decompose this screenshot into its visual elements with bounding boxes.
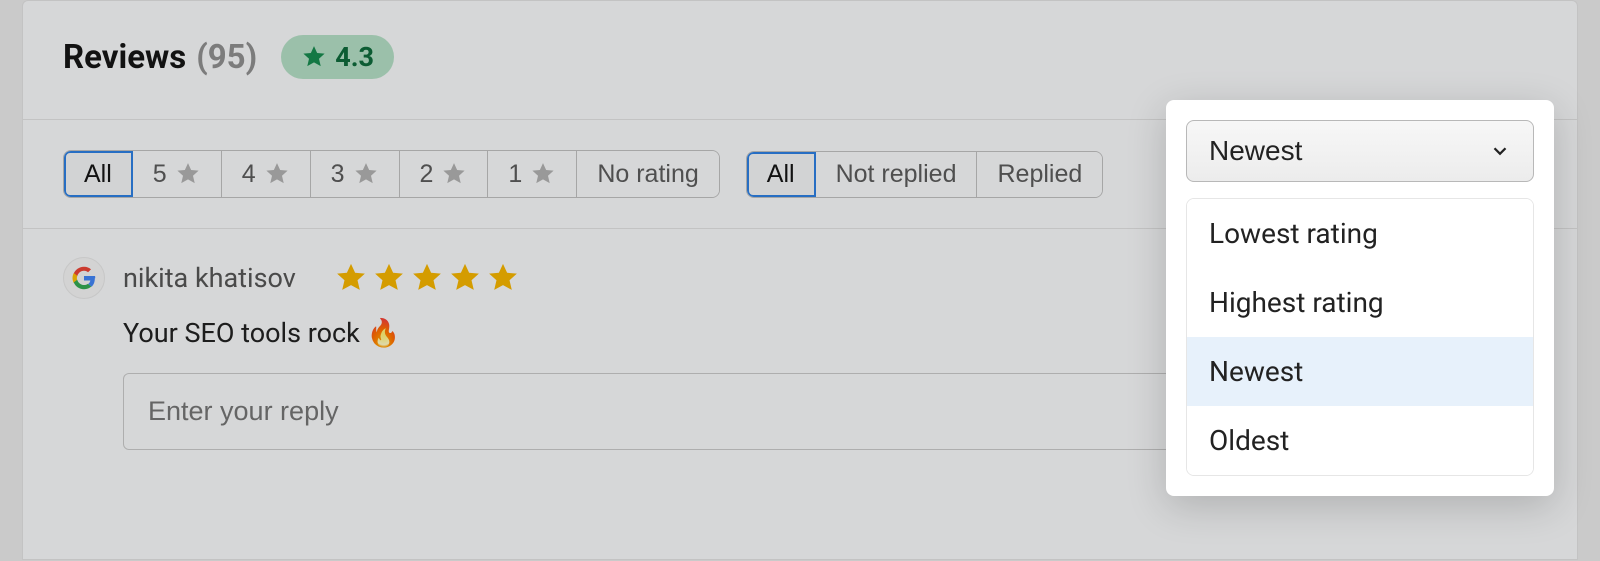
sort-option-lowest[interactable]: Lowest rating bbox=[1187, 199, 1533, 268]
sort-dropdown: Newest Lowest rating Highest rating Newe… bbox=[1166, 100, 1554, 496]
sort-option-highest[interactable]: Highest rating bbox=[1187, 268, 1533, 337]
sort-option-oldest[interactable]: Oldest bbox=[1187, 406, 1533, 475]
sort-option-newest[interactable]: Newest bbox=[1187, 337, 1533, 406]
sort-trigger-label: Newest bbox=[1209, 135, 1302, 167]
chevron-down-icon bbox=[1489, 140, 1511, 162]
sort-trigger[interactable]: Newest bbox=[1186, 120, 1534, 182]
sort-menu: Lowest rating Highest rating Newest Olde… bbox=[1186, 198, 1534, 476]
